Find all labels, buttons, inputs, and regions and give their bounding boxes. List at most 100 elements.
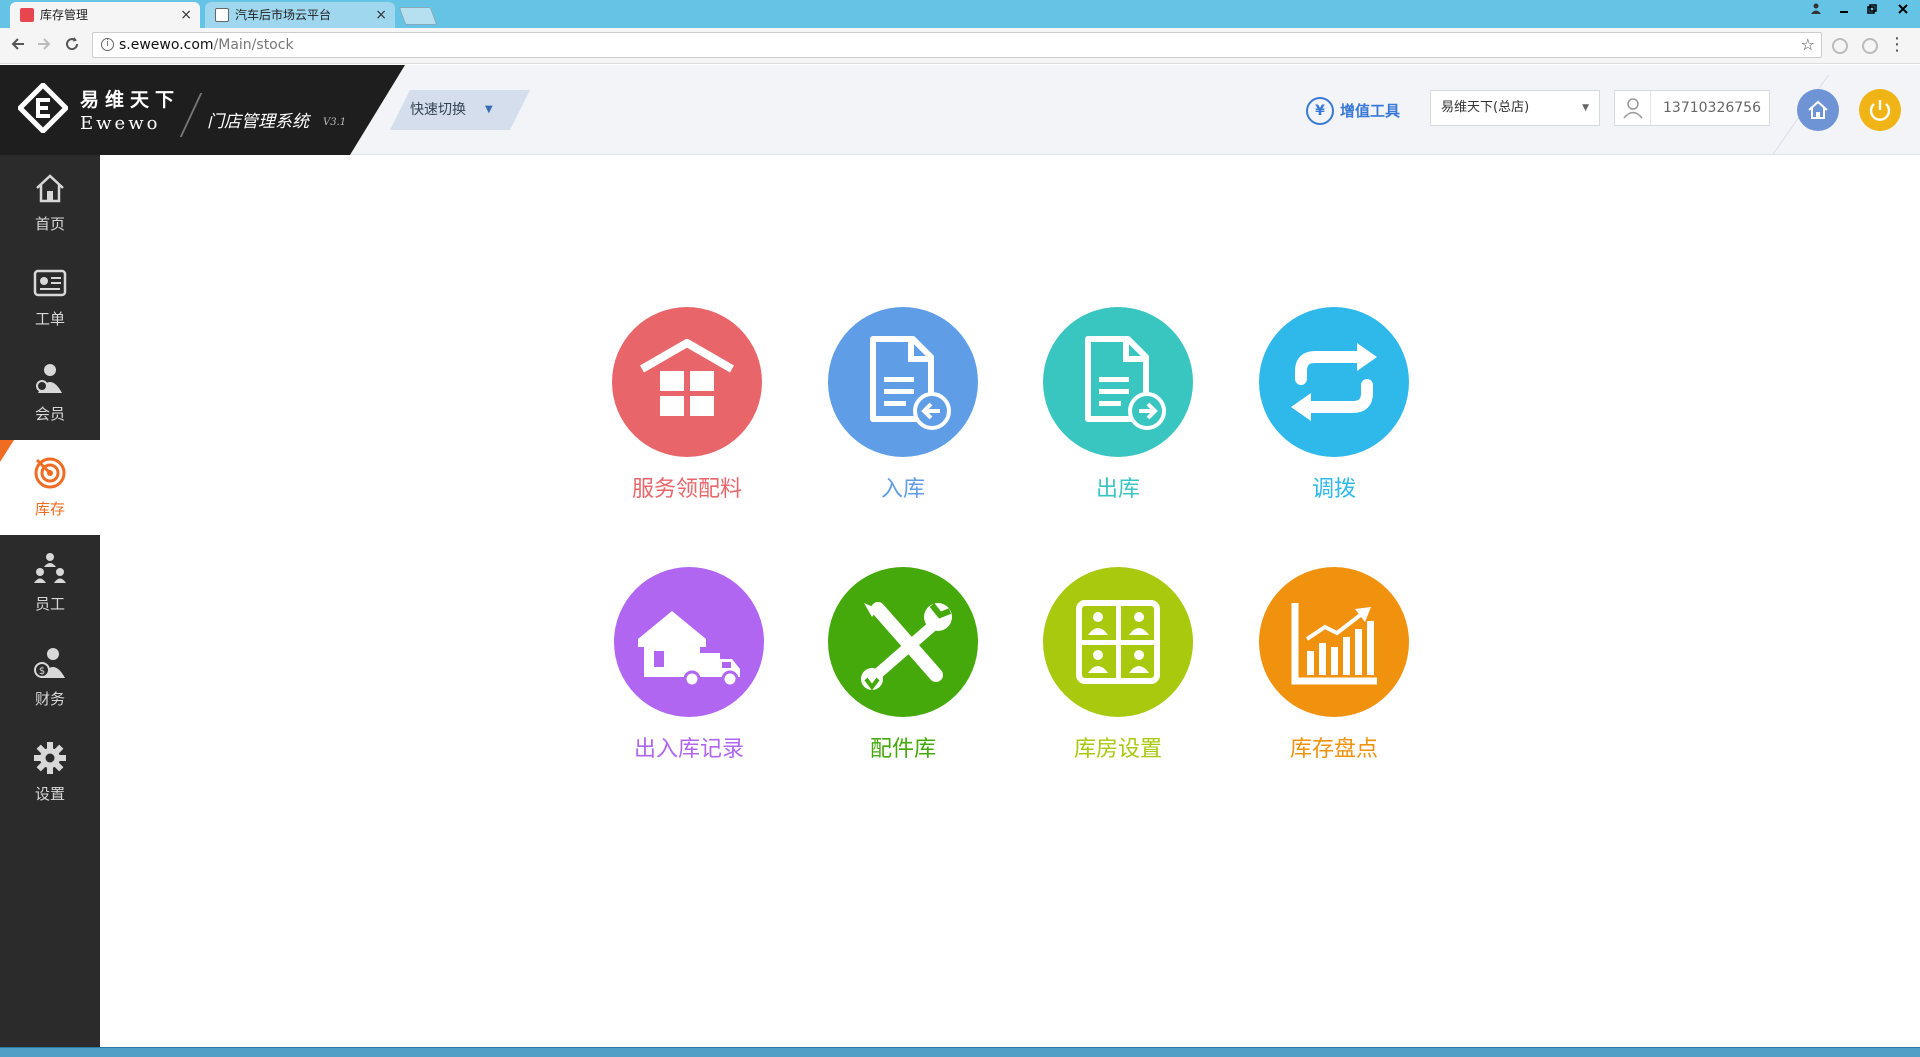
back-icon[interactable]	[10, 36, 26, 57]
tab-close-icon[interactable]: ×	[375, 2, 387, 28]
url-path: /Main/stock	[213, 37, 294, 53]
tile-stock-in[interactable]: 入库	[828, 307, 978, 502]
user-phone: 13710326756	[1663, 100, 1761, 116]
extension-icon[interactable]	[1832, 38, 1848, 54]
brand-block: 易维天下 Ewewo 门店管理系统 V3.1	[0, 65, 405, 155]
tile-stock-count[interactable]: 库存盘点	[1259, 567, 1409, 762]
tile-circle	[1043, 307, 1193, 457]
sidebar-item-label: 设置	[34, 785, 65, 803]
document-in-icon	[870, 336, 951, 430]
sidebar-item-stock[interactable]: 库存	[0, 440, 100, 535]
tile-circle	[1259, 567, 1409, 717]
app-header: 易维天下 Ewewo 门店管理系统 V3.1 快速切换 ▼ ¥ 增值工具 易维天…	[0, 65, 1920, 155]
browser-tab-title: 汽车后市场云平台	[235, 8, 332, 22]
store-select-value: 易维天下(总店)	[1441, 100, 1530, 115]
tile-label: 库房设置	[1073, 737, 1162, 762]
user-account[interactable]: 13710326756	[1614, 90, 1770, 126]
minimize-icon[interactable]	[1830, 0, 1858, 20]
tile-storeroom-settings[interactable]: 库房设置	[1043, 567, 1193, 762]
sidebar-item-work-order[interactable]: 工单	[0, 250, 100, 345]
brand-name-cn: 易维天下	[80, 89, 181, 111]
warehouse-truck-icon	[638, 611, 740, 688]
forward-icon[interactable]	[36, 36, 52, 57]
sidebar-item-label: 工单	[34, 310, 65, 328]
sidebar-item-finance[interactable]: $ 财务	[0, 630, 100, 725]
value-added-tools-button[interactable]: ¥ 增值工具	[1306, 97, 1400, 125]
work-order-icon	[33, 269, 67, 297]
caret-down-icon: ▼	[485, 104, 493, 115]
home-button[interactable]	[1797, 89, 1839, 131]
sidebar-item-settings[interactable]: 设置	[0, 725, 100, 820]
tile-label: 出库	[1095, 477, 1140, 502]
tile-circle	[828, 307, 978, 457]
power-icon	[1869, 100, 1891, 121]
gear-icon	[34, 742, 66, 774]
sidebar-item-label: 财务	[34, 690, 65, 708]
member-icon	[36, 364, 62, 393]
quick-switch-label: 快速切换	[410, 102, 466, 118]
tab-close-icon[interactable]: ×	[180, 2, 192, 28]
yen-icon: ¥	[1306, 97, 1334, 125]
sidebar-item-label: 员工	[34, 595, 65, 613]
home-icon	[36, 174, 64, 203]
tile-label: 库存盘点	[1289, 737, 1378, 762]
site-favicon-icon	[20, 8, 34, 22]
page-favicon-icon	[215, 8, 229, 22]
browser-menu-icon[interactable]: ⋮	[1888, 34, 1906, 55]
new-tab-button[interactable]	[398, 7, 438, 25]
tile-label: 入库	[880, 477, 925, 502]
transfer-cycle-icon	[1291, 343, 1377, 421]
reload-icon[interactable]	[64, 36, 80, 57]
bookmark-star-icon[interactable]: ☆	[1801, 33, 1815, 57]
brand-divider	[179, 93, 203, 137]
address-bar[interactable]: i s.ewewo.com/Main/stock ☆	[92, 32, 1822, 58]
quick-switch-button[interactable]: 快速切换 ▼	[390, 90, 530, 130]
tile-label: 配件库	[869, 737, 936, 762]
caret-down-icon: ▼	[1582, 103, 1589, 113]
sidebar-item-label: 首页	[34, 215, 65, 233]
sidebar-item-member[interactable]: 会员	[0, 345, 100, 440]
tile-circle	[1043, 567, 1193, 717]
tile-circle	[1259, 307, 1409, 457]
value-added-tools-label: 增值工具	[1340, 102, 1401, 120]
user-icon	[1615, 91, 1651, 125]
tile-label: 出入库记录	[633, 737, 744, 762]
profile-icon[interactable]	[1802, 0, 1830, 20]
browser-tab-stock[interactable]: 库存管理 ×	[10, 2, 200, 28]
browser-tabstrip: 库存管理 × 汽车后市场云平台 ×	[0, 0, 1920, 28]
tile-label: 服务领配料	[631, 477, 742, 502]
stock-target-icon	[34, 457, 66, 489]
store-select[interactable]: 易维天下(总店) ▼	[1430, 90, 1600, 126]
staff-icon	[34, 553, 66, 583]
brand-name-en: Ewewo	[80, 113, 161, 134]
sidebar-item-label: 会员	[34, 405, 65, 423]
tile-circle	[614, 567, 764, 717]
system-name: 门店管理系统	[207, 112, 309, 132]
version-label: V3.1	[323, 117, 347, 128]
restore-icon[interactable]	[1858, 0, 1886, 20]
tile-parts-library[interactable]: 配件库	[828, 567, 978, 762]
stock-chart-icon	[1291, 603, 1377, 685]
browser-tab-platform[interactable]: 汽车后市场云平台 ×	[205, 2, 395, 28]
window-close-icon[interactable]	[1886, 0, 1920, 20]
tile-stock-records[interactable]: 出入库记录	[614, 567, 764, 762]
extension-icon[interactable]	[1862, 38, 1878, 54]
logout-button[interactable]	[1859, 89, 1901, 131]
tile-circle	[612, 307, 762, 457]
tile-circle	[828, 567, 978, 717]
svg-text:$: $	[39, 666, 45, 677]
site-info-icon[interactable]: i	[101, 38, 114, 51]
ewewo-logo-icon	[18, 83, 68, 133]
document-out-icon	[1085, 336, 1166, 430]
os-taskbar	[0, 1047, 1920, 1057]
browser-tab-title: 库存管理	[40, 8, 89, 22]
sidebar-item-label: 库存	[34, 500, 65, 518]
warehouse-boxes-icon	[639, 339, 735, 416]
home-icon	[1808, 100, 1828, 119]
sidebar-item-home[interactable]: 首页	[0, 155, 100, 250]
sidebar: 首页 工单 会员 库存 员工 $ 财务 设置	[0, 155, 100, 1047]
tile-stock-out[interactable]: 出库	[1043, 307, 1193, 502]
sidebar-item-staff[interactable]: 员工	[0, 535, 100, 630]
tile-transfer[interactable]: 调拨	[1259, 307, 1409, 502]
tile-service-materials[interactable]: 服务领配料	[612, 307, 762, 502]
